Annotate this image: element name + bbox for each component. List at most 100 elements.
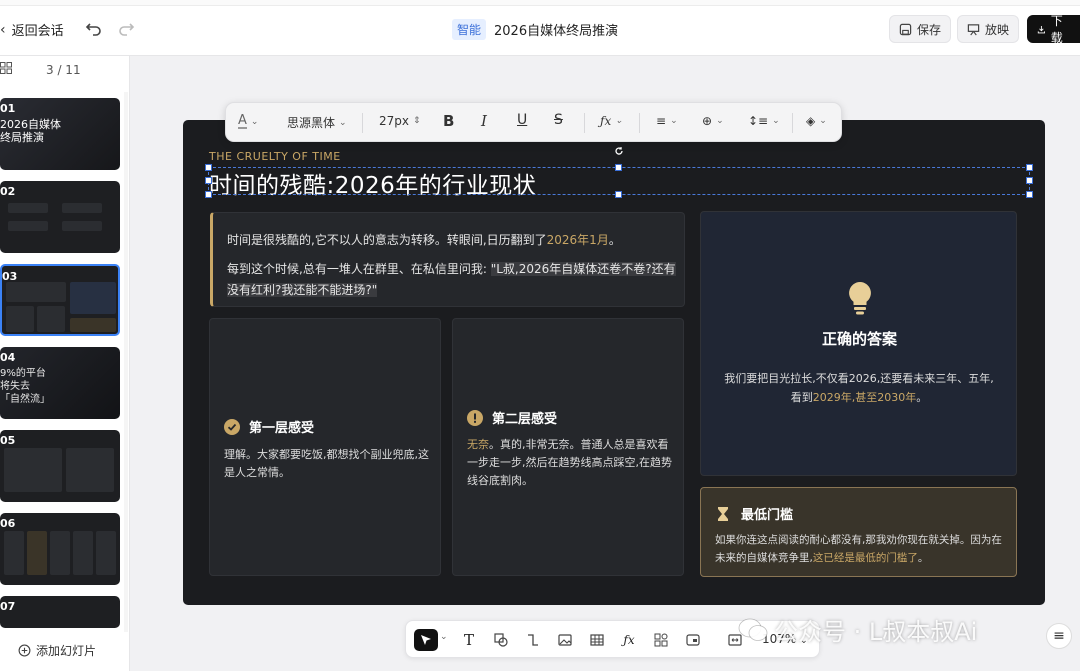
watermark-text: 公众号 · L叔本叔Ai xyxy=(774,618,978,646)
formula-icon: ƒx xyxy=(600,114,612,128)
back-to-chat-button[interactable]: ‹ 返回会话 xyxy=(0,20,64,40)
chevron-down-icon: ⌄ xyxy=(670,116,678,126)
resize-handle[interactable] xyxy=(615,191,622,198)
answer-body-end: 。 xyxy=(916,391,928,404)
table-icon xyxy=(590,634,604,646)
connector-tool[interactable] xyxy=(522,629,544,651)
line-spacing-button[interactable]: ↕≡ ⌄ xyxy=(748,114,780,128)
resize-handle[interactable] xyxy=(1026,191,1033,198)
font-color-button[interactable]: A ⌄ xyxy=(238,114,258,129)
image-tool[interactable] xyxy=(554,629,576,651)
text-tool[interactable]: T xyxy=(458,629,480,651)
answer-card[interactable]: 正确的答案 我们要把目光拉长,不仅看2026,还要看未来三年、五年,看到2029… xyxy=(700,211,1017,476)
chevron-down-icon: ⌄ xyxy=(339,117,347,128)
feeling-2-highlight: 无奈 xyxy=(467,438,489,451)
feeling-card-1[interactable]: 第一层感受 理解。大家都要吃饭,都想找个副业兜底,这是人之常情。 xyxy=(209,318,441,576)
grid-view-icon[interactable] xyxy=(0,62,12,74)
present-button[interactable]: 放映 xyxy=(957,15,1020,43)
thumbnail-block xyxy=(66,448,114,492)
feeling-2-text: 。真的,非常无奈。普通人总是喜欢看一步走一步,然后在趋势线高点踩空,在趋势线谷底… xyxy=(467,438,672,487)
thumbnail-number: 05 xyxy=(0,434,16,447)
check-circle-icon xyxy=(224,418,240,435)
component-tool[interactable] xyxy=(650,629,672,651)
redo-icon[interactable] xyxy=(116,17,136,37)
text-icon: T xyxy=(463,631,474,649)
slide-thumbnail-04[interactable]: 04 9%的平台 将失去 「自然流」 xyxy=(0,347,120,419)
thumbnail-number: 01 xyxy=(0,102,16,115)
thumbnail-block xyxy=(62,221,102,231)
thumbnail-block xyxy=(6,306,34,332)
formula-tool[interactable]: ƒx xyxy=(618,629,640,651)
quote-line-2: 每到这个时候,总有一堆人在群里、在私信里问我: "L叔,2026年自媒体还卷不卷… xyxy=(227,259,677,301)
plus-circle-icon xyxy=(18,644,31,657)
threshold-card[interactable]: 最低门槛 如果你连这点阅读的耐心都没有,那我劝你现在就关掉。因为在未来的自媒体竞… xyxy=(700,487,1017,577)
divider xyxy=(639,113,640,133)
table-tool[interactable] xyxy=(586,629,608,651)
sidebar-scrollbar[interactable] xyxy=(124,92,128,632)
slide-canvas[interactable]: THE CRUELTY OF TIME 时间的残酷:2026年的行业现状 时间是… xyxy=(183,120,1045,605)
font-family-value: 思源黑体 xyxy=(287,116,336,130)
align-button[interactable]: ≡ ⌄ xyxy=(656,114,678,128)
save-button[interactable]: 保存 xyxy=(889,15,952,43)
slide-thumbnail-01[interactable]: 01 2026自媒体 终局推演 xyxy=(0,98,120,170)
threshold-title: 最低门槛 xyxy=(741,508,794,523)
underline-button[interactable]: U xyxy=(517,112,527,128)
resize-handle[interactable] xyxy=(1026,164,1033,171)
threshold-body: 如果你连这点阅读的耐心都没有,那我劝你现在就关掉。因为在未来的自媒体竞争里,这已… xyxy=(715,531,1007,567)
bold-button[interactable]: B xyxy=(443,112,454,130)
feeling-1-title: 第一层感受 xyxy=(249,421,315,436)
thumbnail-number: 06 xyxy=(0,517,16,530)
bold-icon: B xyxy=(443,112,455,130)
layers-icon: ◈ xyxy=(806,114,816,128)
vertical-align-button[interactable]: ⊕ ⌄ xyxy=(702,114,724,128)
slide-thumbnail-02[interactable]: 02 xyxy=(0,181,120,253)
resize-handle[interactable] xyxy=(205,164,212,171)
formula-button[interactable]: ƒx ⌄ xyxy=(600,114,623,128)
quote-line-1: 时间是很残酷的,它不以人的意志为转移。转眼间,日历翻到了2026年1月。 xyxy=(227,231,621,248)
underline-icon: U xyxy=(517,112,528,128)
document-title-area: 智能 2026自媒体终局推演 xyxy=(452,19,618,40)
chevron-down-icon: ⌄ xyxy=(250,116,259,127)
italic-button[interactable]: I xyxy=(481,112,487,130)
font-color-icon: A xyxy=(238,113,247,129)
layer-button[interactable]: ◈ ⌄ xyxy=(806,114,827,128)
add-slide-button[interactable]: 添加幻灯片 xyxy=(18,642,96,659)
answer-body: 我们要把目光拉长,不仅看2026,还要看未来三年、五年,看到2029年,甚至20… xyxy=(719,369,999,407)
strikethrough-button[interactable]: S xyxy=(554,112,563,128)
rotate-icon[interactable] xyxy=(614,146,624,156)
thumbnail-text: 2026自媒体 终局推演 xyxy=(0,118,61,144)
undo-icon[interactable] xyxy=(84,17,104,37)
document-title[interactable]: 2026自媒体终局推演 xyxy=(494,20,618,39)
thumbnail-number: 02 xyxy=(0,185,16,198)
thumbnail-block xyxy=(62,203,102,213)
resize-handle[interactable] xyxy=(1026,177,1033,184)
slide-thumbnail-06[interactable]: 06 xyxy=(0,513,120,585)
slide-thumbnail-05[interactable]: 05 xyxy=(0,430,120,502)
feeling-1-header: 第一层感受 xyxy=(224,417,314,436)
media-tool[interactable] xyxy=(682,629,704,651)
slide-eyebrow[interactable]: THE CRUELTY OF TIME xyxy=(209,150,341,163)
select-tool[interactable] xyxy=(414,629,438,651)
present-label: 放映 xyxy=(985,22,1010,37)
resize-handle[interactable] xyxy=(615,164,622,171)
components-icon xyxy=(654,633,668,647)
slide-thumbnail-03[interactable]: 03 xyxy=(0,264,120,336)
resize-handle[interactable] xyxy=(205,191,212,198)
resize-handle[interactable] xyxy=(205,177,212,184)
lightbulb-icon xyxy=(849,282,871,315)
more-menu-button[interactable]: ≡ xyxy=(1046,623,1072,649)
vertical-align-icon: ⊕ xyxy=(702,114,713,128)
download-button[interactable]: 下载 xyxy=(1027,14,1080,45)
feeling-1-body: 理解。大家都要吃饭,都想找个副业兜底,这是人之常情。 xyxy=(224,448,429,479)
feeling-card-2[interactable]: 第二层感受 无奈。真的,非常无奈。普通人总是喜欢看一步走一步,然后在趋势线高点踩… xyxy=(452,318,684,576)
slide-thumbnail-07[interactable]: 07 xyxy=(0,596,120,628)
watermark: 公众号 · L叔本叔Ai xyxy=(738,612,977,647)
font-size-stepper[interactable]: 27px ⇕ xyxy=(379,114,421,128)
chevron-down-icon: ⌄ xyxy=(716,116,724,126)
download-icon xyxy=(1037,25,1045,33)
quote-card[interactable]: 时间是很残酷的,它不以人的意志为转移。转眼间,日历翻到了2026年1月。 每到这… xyxy=(210,212,685,307)
wechat-logo-icon xyxy=(738,618,768,641)
chevron-down-icon[interactable]: ⌄ xyxy=(440,632,448,642)
font-family-select[interactable]: 思源黑体 ⌄ xyxy=(287,114,347,131)
shape-tool[interactable] xyxy=(490,629,512,651)
